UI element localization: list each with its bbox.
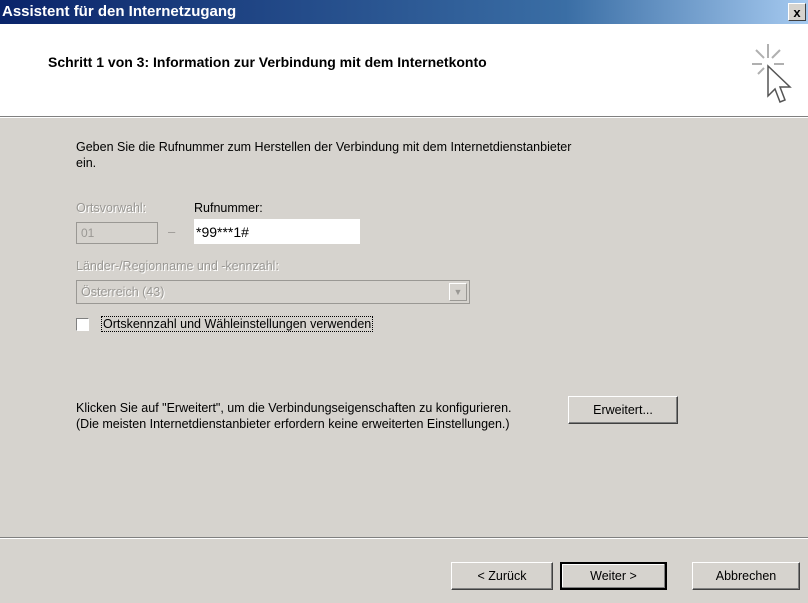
phone-label: Rufnummer:	[194, 201, 263, 215]
step-title: Schritt 1 von 3: Information zur Verbind…	[48, 54, 487, 70]
country-label: Länder-/Regionname und -kennzahl:	[76, 259, 279, 273]
area-code-dash: –	[168, 224, 176, 239]
cancel-button[interactable]: Abbrechen	[692, 562, 800, 590]
area-code-field: 01	[76, 222, 158, 244]
intro-text: Geben Sie die Rufnummer zum Herstellen d…	[76, 140, 572, 170]
advanced-button[interactable]: Erweitert...	[568, 396, 678, 424]
phone-number-input[interactable]	[194, 219, 360, 244]
area-code-label: Ortsvorwahl:	[76, 201, 147, 215]
close-button[interactable]: x	[788, 3, 806, 21]
title-bar: Assistent für den Internetzugang x	[0, 0, 808, 24]
back-button[interactable]: < Zurück	[451, 562, 553, 590]
wizard-header: Schritt 1 von 3: Information zur Verbind…	[0, 24, 808, 117]
country-select: Österreich (43) ▼	[76, 280, 470, 304]
footer-separator	[0, 537, 808, 539]
header-separator	[0, 117, 808, 118]
advanced-info-text: Klicken Sie auf "Erweitert", um die Verb…	[76, 401, 512, 431]
country-value: Österreich (43)	[81, 285, 165, 299]
cursor-sparkle-icon	[752, 44, 792, 103]
window-title: Assistent für den Internetzugang	[2, 3, 237, 20]
chevron-down-icon: ▼	[449, 283, 467, 301]
use-area-code-checkbox[interactable]	[76, 318, 89, 331]
next-button[interactable]: Weiter >	[560, 562, 667, 590]
use-area-code-label[interactable]: Ortskennzahl und Wähleinstellungen verwe…	[101, 316, 374, 332]
